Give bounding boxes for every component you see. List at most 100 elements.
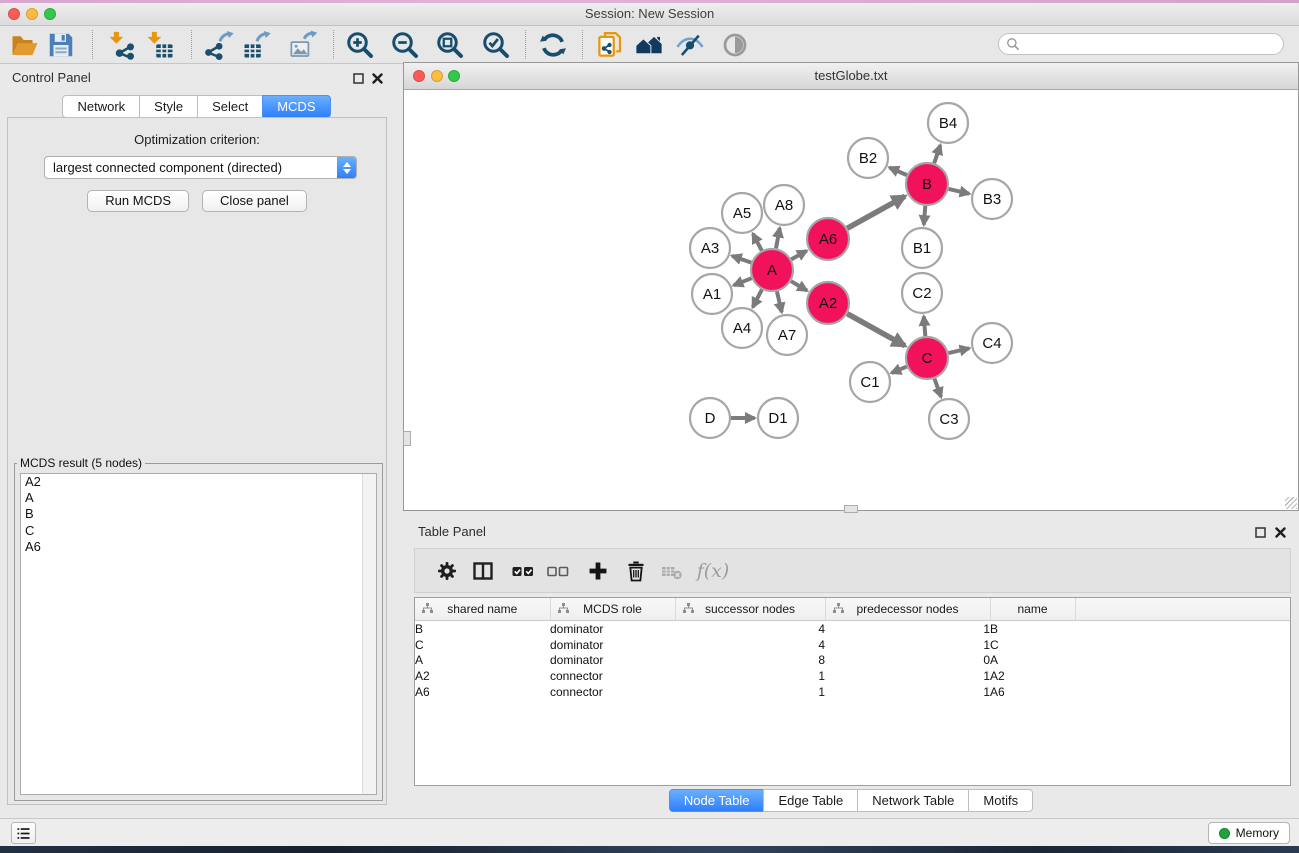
hide-annotations-button[interactable] <box>673 28 707 61</box>
task-history-button[interactable] <box>11 822 36 844</box>
splitter-grip-left[interactable] <box>403 431 411 446</box>
close-panel-button[interactable]: Close panel <box>202 190 307 212</box>
result-item[interactable]: A2 <box>21 474 376 490</box>
cell-successor-nodes[interactable]: 1 <box>675 668 825 684</box>
tab-network[interactable]: Network <box>62 95 140 118</box>
tab-select[interactable]: Select <box>197 95 263 118</box>
table-row[interactable]: Adominator80A <box>415 652 1290 668</box>
close-table-panel-icon[interactable] <box>1274 526 1287 539</box>
cell-predecessor-nodes[interactable]: 1 <box>825 621 990 637</box>
cell-shared-name[interactable]: A2 <box>415 668 550 684</box>
cell-predecessor-nodes[interactable]: 1 <box>825 668 990 684</box>
open-file-button[interactable] <box>8 28 42 61</box>
import-table-button[interactable] <box>143 28 177 61</box>
graph-edge-B-B1[interactable] <box>924 206 925 225</box>
column-header-successor-nodes[interactable]: successor nodes <box>675 598 825 621</box>
cell-mcds-role[interactable]: dominator <box>550 637 675 653</box>
search-input[interactable] <box>1024 36 1283 52</box>
clone-network-button[interactable] <box>593 28 627 61</box>
hide-columns-button[interactable] <box>543 556 573 586</box>
table-row[interactable]: Bdominator41B <box>415 621 1290 637</box>
column-header-predecessor-nodes[interactable]: predecessor nodes <box>825 598 990 621</box>
cell-name[interactable]: A2 <box>990 668 1075 684</box>
table-row[interactable]: A6connector11A6 <box>415 684 1290 700</box>
graph-edge-A6-B[interactable] <box>847 196 905 228</box>
network-graph[interactable]: B4B2BB3A5A8A6A3B1AA1C2A2A4A7CC4C1C3DD1 <box>404 90 1298 510</box>
table-tab-motifs[interactable]: Motifs <box>968 789 1033 812</box>
graph-edge-A-A1[interactable] <box>734 278 752 285</box>
column-header-name[interactable]: name <box>990 598 1075 621</box>
table-row[interactable]: Cdominator41C <box>415 637 1290 653</box>
graph-edge-C-C3[interactable] <box>934 379 941 397</box>
result-item[interactable]: B <box>21 506 376 522</box>
graph-edge-A-A8[interactable] <box>776 228 780 248</box>
criterion-dropdown[interactable]: largest connected component (directed) <box>44 156 357 179</box>
cell-shared-name[interactable]: B <box>415 621 550 637</box>
result-item[interactable]: A <box>21 490 376 506</box>
tab-style[interactable]: Style <box>139 95 198 118</box>
mcds-result-list[interactable]: A2ABCA6 <box>20 473 377 795</box>
export-network-button[interactable] <box>203 28 237 61</box>
result-list-scrollbar[interactable] <box>362 474 376 794</box>
zoom-selected-button[interactable] <box>479 28 513 61</box>
memory-button[interactable]: Memory <box>1208 822 1290 844</box>
table-tab-node-table[interactable]: Node Table <box>669 789 765 812</box>
cell-mcds-role[interactable]: dominator <box>550 621 675 637</box>
delete-table-button[interactable] <box>657 556 687 586</box>
float-panel-icon[interactable] <box>352 72 365 85</box>
split-table-button[interactable] <box>468 556 498 586</box>
cell-name[interactable]: B <box>990 621 1075 637</box>
show-columns-button[interactable] <box>508 556 538 586</box>
save-session-button[interactable] <box>44 28 78 61</box>
cell-name[interactable]: A6 <box>990 684 1075 700</box>
node-table[interactable]: shared nameMCDS rolesuccessor nodesprede… <box>415 598 1290 699</box>
delete-column-button[interactable] <box>621 556 651 586</box>
main-titlebar[interactable]: Session: New Session <box>0 3 1299 26</box>
tab-mcds[interactable]: MCDS <box>262 95 330 118</box>
export-table-button[interactable] <box>240 28 274 61</box>
cell-mcds-role[interactable]: connector <box>550 668 675 684</box>
graph-edge-B-B4[interactable] <box>934 145 940 163</box>
zoom-in-button[interactable] <box>343 28 377 61</box>
graph-edge-A-A5[interactable] <box>753 234 762 251</box>
function-builder-button[interactable]: f(x) <box>693 556 733 586</box>
cell-predecessor-nodes[interactable]: 0 <box>825 652 990 668</box>
result-item[interactable]: C <box>21 523 376 539</box>
close-panel-icon[interactable] <box>371 72 384 85</box>
network-window-titlebar[interactable]: testGlobe.txt <box>404 63 1298 90</box>
run-mcds-button[interactable]: Run MCDS <box>87 190 189 212</box>
toggle-bird-view-button[interactable] <box>718 28 752 61</box>
cell-predecessor-nodes[interactable]: 1 <box>825 684 990 700</box>
graph-edge-B-B2[interactable] <box>889 167 906 175</box>
table-row[interactable]: A2connector11A2 <box>415 668 1290 684</box>
graph-edge-C-C2[interactable] <box>924 316 926 336</box>
cell-shared-name[interactable]: C <box>415 637 550 653</box>
cell-name[interactable]: C <box>990 637 1075 653</box>
graph-edge-A-A6[interactable] <box>791 251 806 260</box>
table-settings-button[interactable] <box>432 556 462 586</box>
cell-successor-nodes[interactable]: 8 <box>675 652 825 668</box>
table-tab-network-table[interactable]: Network Table <box>857 789 969 812</box>
graph-edge-A-A3[interactable] <box>732 256 751 263</box>
cell-shared-name[interactable]: A <box>415 652 550 668</box>
result-item[interactable]: A6 <box>21 539 376 555</box>
refresh-button[interactable] <box>536 28 570 61</box>
cell-mcds-role[interactable]: connector <box>550 684 675 700</box>
graph-edge-A-A2[interactable] <box>791 281 807 290</box>
graph-edge-C-C1[interactable] <box>892 367 907 373</box>
graph-edge-A2-C[interactable] <box>847 314 905 346</box>
graph-edge-A-A4[interactable] <box>753 290 762 308</box>
cell-mcds-role[interactable]: dominator <box>550 652 675 668</box>
table-tab-edge-table[interactable]: Edge Table <box>763 789 858 812</box>
zoom-out-button[interactable] <box>388 28 422 61</box>
float-table-panel-icon[interactable] <box>1254 526 1267 539</box>
cell-successor-nodes[interactable]: 4 <box>675 621 825 637</box>
window-resize-grip[interactable] <box>1285 497 1297 509</box>
zoom-fit-button[interactable] <box>433 28 467 61</box>
column-header-shared-name[interactable]: shared name <box>415 598 550 621</box>
graph-edge-B-B3[interactable] <box>948 189 969 194</box>
search-field[interactable] <box>998 33 1284 55</box>
cell-predecessor-nodes[interactable]: 1 <box>825 637 990 653</box>
splitter-grip-bottom[interactable] <box>844 505 858 513</box>
column-header-mcds-role[interactable]: MCDS role <box>550 598 675 621</box>
